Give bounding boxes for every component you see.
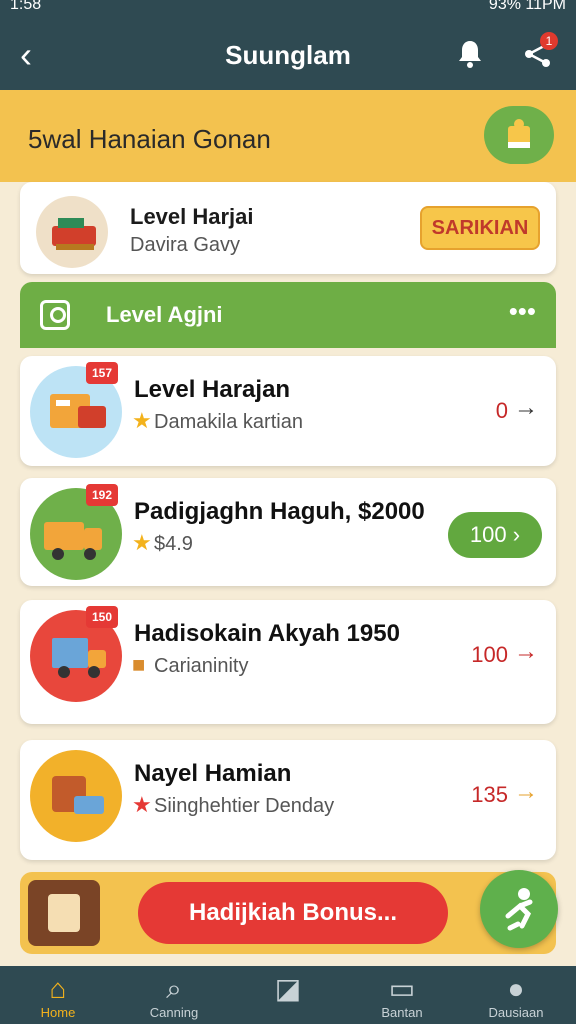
search-icon: ⌕: [166, 973, 182, 1004]
nav-label: Bantan: [381, 1005, 423, 1020]
item-title: Padigjaghn Haguh, $2000: [134, 498, 425, 525]
item-subtitle: Carianinity: [154, 655, 249, 677]
list-item[interactable]: 150 Hadisokain Akyah 1950 ■ Carianinity …: [20, 600, 556, 724]
runner-fab[interactable]: [480, 870, 558, 948]
list-item[interactable]: 157 Level Harajan ★ Damakila kartian 0 →: [20, 356, 556, 466]
top-bar: ‹ Suunglam 1: [0, 22, 576, 90]
share-icon[interactable]: 1: [520, 32, 558, 72]
gift-box-avatar: [36, 196, 108, 268]
bag-icon[interactable]: [28, 880, 100, 946]
status-time: 1:58: [10, 0, 42, 13]
status-battery: 93% 11PM: [488, 0, 566, 13]
nav-profile[interactable]: ● Dausiaan: [476, 966, 556, 1024]
arrow-icon[interactable]: →: [514, 394, 538, 422]
list-item[interactable]: 192 Padigjaghn Haguh, $2000 ★ $4.9 100 ›: [20, 478, 556, 586]
status-bar: 1:58 93% 11PM: [0, 0, 576, 22]
item-title: Hadisokain Akyah 1950: [134, 620, 400, 647]
bottom-nav: ⌂ Home ⌕ Canning ◪ ▭ Bantan ● Dausiaan: [0, 966, 576, 1024]
nav-label: Home: [40, 1005, 76, 1020]
card-subtitle: Davira Gavy: [130, 234, 241, 256]
card-icon: ▭: [388, 973, 416, 1004]
star-icon: ★: [132, 530, 152, 555]
level-card[interactable]: Level Harjai Davira Gavy SARIKIAN: [20, 182, 556, 274]
arrow-icon[interactable]: →: [514, 778, 538, 806]
nav-label: Canning: [149, 1005, 199, 1020]
home-icon: ⌂: [49, 973, 67, 1004]
item-value: 135: [471, 782, 508, 807]
runner-icon: [505, 888, 533, 931]
section-icon: [40, 300, 70, 330]
page-title: Suunglam: [225, 40, 351, 70]
item-value: 0: [495, 398, 508, 423]
list-item[interactable]: Nayel Hamian ★ Siinghehtier Denday 135 →: [20, 740, 556, 860]
more-options-icon[interactable]: •••: [509, 296, 536, 327]
nav-search[interactable]: ⌕ Canning: [134, 966, 214, 1024]
item-subtitle: Siinghehtier Denday: [154, 795, 335, 817]
section-header: Level Agjni •••: [20, 282, 556, 348]
banner-title: 5wal Hanaian Gonan: [28, 124, 271, 154]
note-icon: ◪: [274, 973, 302, 1004]
item-badge: 192: [86, 484, 118, 506]
bonus-button[interactable]: Hadijkiah Bonus...: [138, 882, 448, 944]
item-action-button[interactable]: 100 ›: [448, 512, 542, 558]
nav-label: Dausiaan: [488, 1005, 544, 1020]
nav-note[interactable]: ◪: [248, 966, 328, 1024]
item-avatar: [30, 750, 122, 842]
card-title: Level Harjai: [130, 204, 254, 229]
profile-icon: ●: [507, 973, 525, 1004]
star-icon: ★: [132, 792, 152, 817]
box-icon: ■: [132, 652, 146, 677]
item-subtitle: Damakila kartian: [154, 411, 303, 433]
notification-dot: 1: [540, 32, 558, 50]
bonus-panel: Hadijkiah Bonus...: [20, 872, 556, 954]
arrow-icon[interactable]: →: [514, 638, 538, 666]
bell-icon[interactable]: [452, 36, 488, 72]
gift-button[interactable]: [484, 106, 554, 164]
gift-icon: [508, 119, 530, 148]
claim-button[interactable]: SARIKIAN: [420, 206, 540, 250]
nav-card[interactable]: ▭ Bantan: [362, 966, 442, 1024]
item-title: Nayel Hamian: [134, 760, 292, 787]
item-title: Level Harajan: [134, 376, 291, 403]
item-badge: 157: [86, 362, 118, 384]
item-subtitle: $4.9: [154, 533, 193, 555]
section-title: Level Agjni: [106, 302, 223, 327]
nav-home[interactable]: ⌂ Home: [18, 966, 98, 1024]
star-icon: ★: [132, 408, 152, 433]
item-badge: 150: [86, 606, 118, 628]
item-value: 100: [471, 642, 508, 667]
